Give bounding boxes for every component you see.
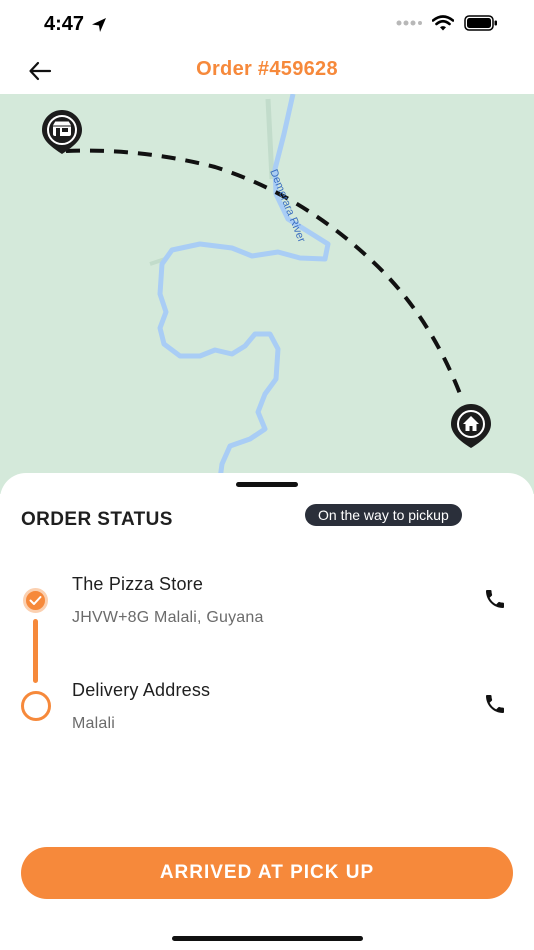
battery-icon [464, 15, 497, 31]
status-bar: 4:47 [0, 0, 534, 48]
stop-name: The Pizza Store [72, 574, 204, 594]
pickup-step-completed-icon [23, 588, 48, 613]
sheet-drag-handle[interactable] [236, 482, 298, 487]
stop-name: Delivery Address [72, 680, 211, 700]
home-pin-icon[interactable] [451, 404, 491, 448]
call-customer-button[interactable] [482, 691, 508, 717]
stop-pickup: The Pizza Store JHVW+8G Malali, Guyana [72, 574, 264, 627]
location-arrow-icon [92, 17, 107, 32]
stop-address: JHVW+8G Malali, Guyana [72, 609, 264, 626]
route-line [65, 148, 464, 400]
map-canvas: Demerara River [42, 94, 491, 494]
app-header: Order #459628 [0, 48, 534, 94]
route-map[interactable]: Demerara River [0, 94, 534, 494]
cellular-signal-icon [396, 20, 422, 26]
section-title: ORDER STATUS [21, 509, 173, 530]
river-main [157, 94, 331, 494]
home-indicator[interactable] [172, 936, 363, 941]
wifi-icon [432, 15, 454, 31]
arrived-at-pickup-button[interactable]: ARRIVED AT PICK UP [21, 847, 513, 899]
delivery-step-pending-icon [21, 691, 51, 721]
phone-icon [486, 695, 504, 713]
status-badge: On the way to pickup [305, 504, 462, 526]
clock-text: 4:47 [44, 13, 85, 35]
store-pin-icon[interactable] [42, 110, 82, 154]
status-indicators [396, 15, 498, 31]
stop-address: Malali [72, 715, 115, 732]
timeline-connector [33, 619, 38, 683]
status-time: 4:47 [44, 13, 108, 36]
order-status-sheet: ORDER STATUS On the way to pickup The Pi… [0, 473, 534, 950]
page-title: Order #459628 [196, 58, 338, 80]
phone-icon [486, 590, 504, 608]
stop-delivery: Delivery Address Malali [72, 680, 210, 733]
call-store-button[interactable] [482, 586, 508, 612]
checkmark-icon [29, 596, 42, 605]
